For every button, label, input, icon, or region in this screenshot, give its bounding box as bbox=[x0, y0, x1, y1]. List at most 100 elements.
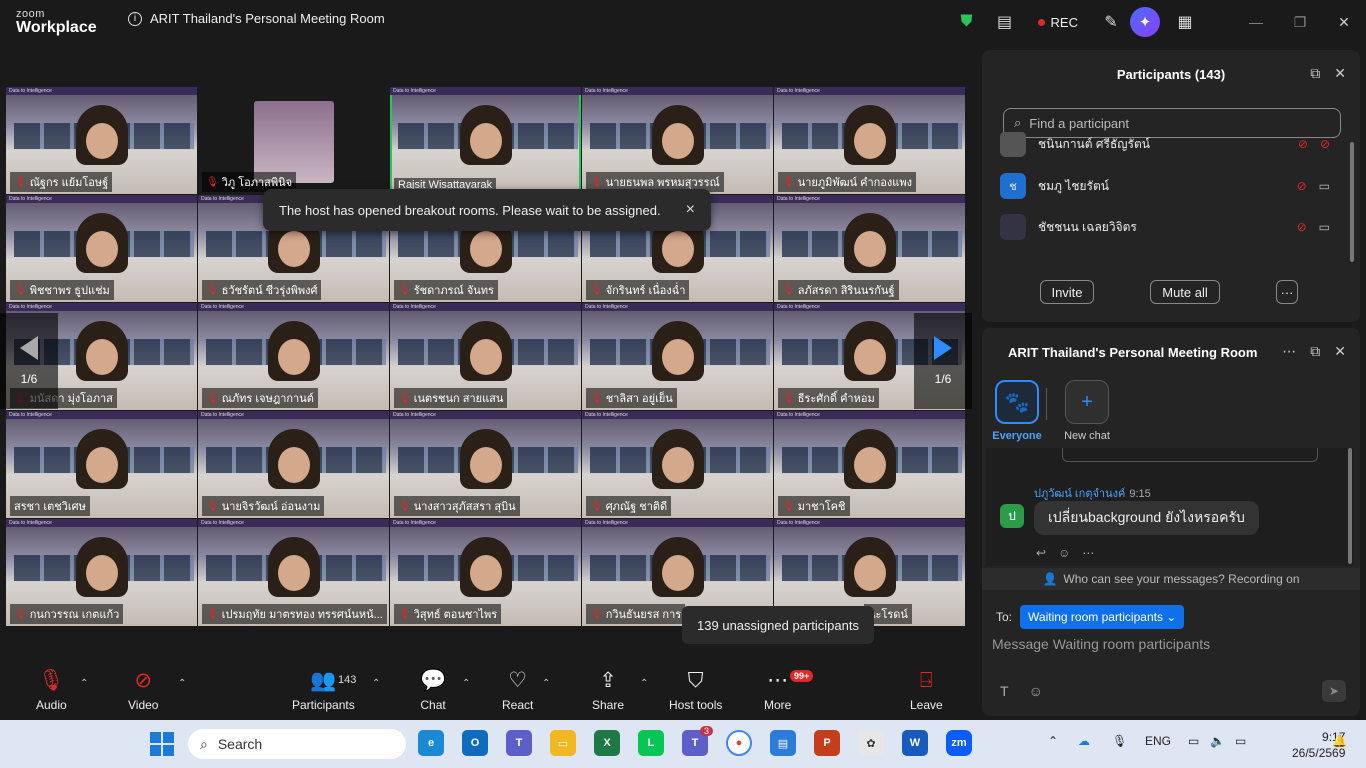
participants-more-button[interactable]: ··· bbox=[1276, 280, 1298, 304]
mic-muted-icon[interactable]: ⊘ bbox=[1297, 179, 1307, 193]
emoji-icon[interactable]: ☺ bbox=[1029, 683, 1043, 699]
language-indicator[interactable]: ENG bbox=[1145, 734, 1171, 748]
prev-page-button[interactable]: 1/6 bbox=[0, 313, 58, 409]
audio-options-chevron-icon[interactable]: ⌃ bbox=[80, 678, 88, 689]
teams-icon[interactable]: T bbox=[506, 730, 532, 756]
next-page-button[interactable]: 1/6 bbox=[914, 313, 972, 409]
video-tile[interactable]: Data to Intelligence 🎙 วิสุทธ์ ตอนชาไพร bbox=[390, 519, 581, 626]
message-input[interactable]: Message Waiting room participants bbox=[992, 636, 1210, 652]
participants-options-chevron-icon[interactable]: ⌃ bbox=[372, 678, 380, 689]
notes-icon[interactable]: ▤ bbox=[990, 7, 1020, 37]
video-tile[interactable]: Data to Intelligence สรชา เตชวิเศษ bbox=[6, 411, 197, 518]
file-explorer-icon[interactable]: ▭ bbox=[550, 730, 576, 756]
video-tile[interactable]: Data to Intelligence 🎙 เนตรชนก สายแสน bbox=[390, 303, 581, 410]
zoom-taskbar-icon[interactable]: zm bbox=[946, 730, 972, 756]
meeting-info[interactable]: i ARIT Thailand's Personal Meeting Room bbox=[128, 11, 385, 26]
pencil-icon[interactable]: ✎ bbox=[1096, 7, 1126, 37]
video-tile[interactable]: Data to Intelligence 🎙 ณัฐกร แย้มโอษฐ์ bbox=[6, 87, 197, 194]
shield-check-icon[interactable]: ⛊ bbox=[952, 7, 982, 37]
battery-icon[interactable]: ▭ bbox=[1235, 734, 1246, 748]
tab-new-chat[interactable]: + New chat bbox=[1060, 380, 1114, 442]
mic-muted-icon[interactable]: ⊘ bbox=[1297, 220, 1307, 234]
share-options-chevron-icon[interactable]: ⌃ bbox=[640, 678, 648, 689]
video-tile[interactable]: Data to Intelligence 🎙 ชาลิสา อยู่เย็น bbox=[582, 303, 773, 410]
chrome-icon[interactable]: ● bbox=[726, 730, 752, 756]
chat-scrollbar[interactable] bbox=[1348, 448, 1352, 564]
reply-icon[interactable]: ↩ bbox=[1036, 546, 1046, 560]
edge-icon[interactable]: e bbox=[418, 730, 444, 756]
mute-all-button[interactable]: Mute all bbox=[1150, 280, 1220, 304]
close-panel-icon[interactable]: ✕ bbox=[1334, 65, 1346, 82]
host-tools-button[interactable]: ⛉ Host tools bbox=[669, 668, 722, 712]
invite-button[interactable]: Invite bbox=[1040, 280, 1094, 304]
video-tile[interactable]: Data to Intelligence 🎙 นายจิรวัฒน์ อ่อนงาม bbox=[198, 411, 389, 518]
video-tile[interactable]: Data to Intelligence 🎙 พิชชาพร ธูปแช่ม bbox=[6, 195, 197, 302]
react-options-chevron-icon[interactable]: ⌃ bbox=[542, 678, 550, 689]
video-tile[interactable]: Data to Intelligence 🎙 ศุภณัฐ ชาติดี bbox=[582, 411, 773, 518]
message-bubble[interactable]: เปลี่ยนbackground ยังไงหรอครับ bbox=[1034, 501, 1259, 535]
video-tile[interactable]: Data to Intelligence 🎙 ลภัสรดา สิรินนรกันฐ… bbox=[774, 195, 965, 302]
close-panel-icon[interactable]: ✕ bbox=[1334, 343, 1346, 360]
more-dots-icon[interactable]: ⋯ bbox=[1282, 343, 1296, 360]
video-tile[interactable]: Data to Intelligence 🎙 มาชาโคชิ bbox=[774, 411, 965, 518]
app-icon[interactable]: ✿ bbox=[858, 730, 884, 756]
recording-indicator[interactable]: REC bbox=[1037, 15, 1078, 30]
participant-scrollbar[interactable] bbox=[1350, 142, 1354, 262]
message-visibility-notice[interactable]: 👤 Who can see your messages? Recording on bbox=[982, 568, 1360, 590]
more-button[interactable]: ⋯ More bbox=[764, 668, 791, 712]
participant-row[interactable]: ชนินกานต์ ศรีธัญรัตน์ ⊘ ⊘ bbox=[1000, 132, 1340, 162]
ai-companion-icon[interactable]: ✦ bbox=[1130, 7, 1160, 37]
share-button[interactable]: ⇪ Share bbox=[592, 668, 624, 712]
chevron-up-icon[interactable]: ⌃ bbox=[1048, 734, 1058, 748]
leave-button[interactable]: ⍈ Leave bbox=[910, 668, 943, 712]
participant-row[interactable]: ชชมภู ไชยรัตน์ ⊘ ▭ bbox=[1000, 168, 1340, 204]
video-tile[interactable]: Data to Intelligence 🎙 กนกวรรณ เกตแก้ว bbox=[6, 519, 197, 626]
outlook-icon[interactable]: O bbox=[462, 730, 488, 756]
video-button[interactable]: ⊘ Video bbox=[128, 668, 158, 712]
emoji-react-icon[interactable]: ☺ bbox=[1058, 546, 1070, 560]
microphone-icon[interactable]: 🎙 bbox=[1112, 734, 1127, 748]
send-icon[interactable]: ➤ bbox=[1322, 680, 1346, 702]
popout-icon[interactable]: ⧉ bbox=[1310, 343, 1320, 360]
maximize-icon[interactable]: ❐ bbox=[1278, 14, 1322, 31]
notification-bell-icon[interactable]: 🔔 bbox=[1332, 734, 1347, 748]
video-tile[interactable]: Data to Intelligence 🎙 ณภัทร เจษฎากานต์ bbox=[198, 303, 389, 410]
info-icon[interactable]: i bbox=[128, 11, 142, 26]
chat-options-chevron-icon[interactable]: ⌃ bbox=[462, 678, 470, 689]
video-tile-active-speaker[interactable]: Data to Intelligence Rajsit Wisattayarak bbox=[390, 87, 581, 194]
video-off-icon[interactable]: ⊘ bbox=[1320, 137, 1330, 151]
video-icon[interactable]: ▭ bbox=[1319, 220, 1330, 234]
text-format-icon[interactable]: T bbox=[1000, 683, 1009, 699]
participant-row[interactable]: ชัชชนน เฉลยวิจิตร ⊘ ▭ bbox=[1000, 209, 1340, 245]
minimize-icon[interactable]: — bbox=[1234, 14, 1278, 30]
chat-button[interactable]: 💬 Chat bbox=[420, 668, 446, 712]
video-tile[interactable]: 🎙 วิภู โอภาสพินิจ bbox=[198, 87, 389, 194]
line-icon[interactable]: L bbox=[638, 730, 664, 756]
onedrive-icon[interactable]: ☁ bbox=[1078, 734, 1090, 748]
recipient-dropdown[interactable]: Waiting room participants ⌄ bbox=[1020, 605, 1185, 629]
video-icon[interactable]: ▭ bbox=[1319, 179, 1330, 193]
audio-button[interactable]: 🎙 Audio bbox=[36, 668, 67, 712]
react-button[interactable]: ♡ React bbox=[502, 668, 533, 712]
windows-start-icon[interactable] bbox=[150, 732, 174, 756]
video-tile[interactable]: Data to Intelligence 🎙 นางสาวสุภัสสรา สุบิ… bbox=[390, 411, 581, 518]
tab-everyone[interactable]: 🐾 Everyone bbox=[990, 380, 1044, 442]
network-icon[interactable]: ▭ bbox=[1188, 734, 1199, 748]
popout-icon[interactable]: ⧉ bbox=[1310, 65, 1320, 82]
video-options-chevron-icon[interactable]: ⌃ bbox=[178, 678, 186, 689]
mic-muted-icon[interactable]: ⊘ bbox=[1298, 137, 1308, 151]
video-tile[interactable]: Data to Intelligence 🎙 นายธนพล พรหมสุวรรณ์ bbox=[582, 87, 773, 194]
close-window-icon[interactable]: ✕ bbox=[1322, 14, 1366, 31]
notepad-icon[interactable]: ▤ bbox=[770, 730, 796, 756]
taskbar-search[interactable]: ⌕ Search bbox=[188, 729, 406, 759]
message-more-icon[interactable]: ⋯ bbox=[1082, 546, 1094, 560]
video-tile[interactable]: Data to Intelligence 🎙 เปรมฤทัย มาตรทอง ทร… bbox=[198, 519, 389, 626]
video-tile[interactable]: Data to Intelligence 🎙 นายภูมิพัฒน์ คำกองแ… bbox=[774, 87, 965, 194]
apps-grid-icon[interactable]: ▦ bbox=[1170, 7, 1200, 37]
powerpoint-icon[interactable]: P bbox=[814, 730, 840, 756]
volume-icon[interactable]: 🔈 bbox=[1210, 734, 1225, 748]
word-icon[interactable]: W bbox=[902, 730, 928, 756]
toast-close-icon[interactable]: × bbox=[686, 201, 695, 219]
excel-icon[interactable]: X bbox=[594, 730, 620, 756]
participants-count: 143 bbox=[338, 674, 357, 686]
